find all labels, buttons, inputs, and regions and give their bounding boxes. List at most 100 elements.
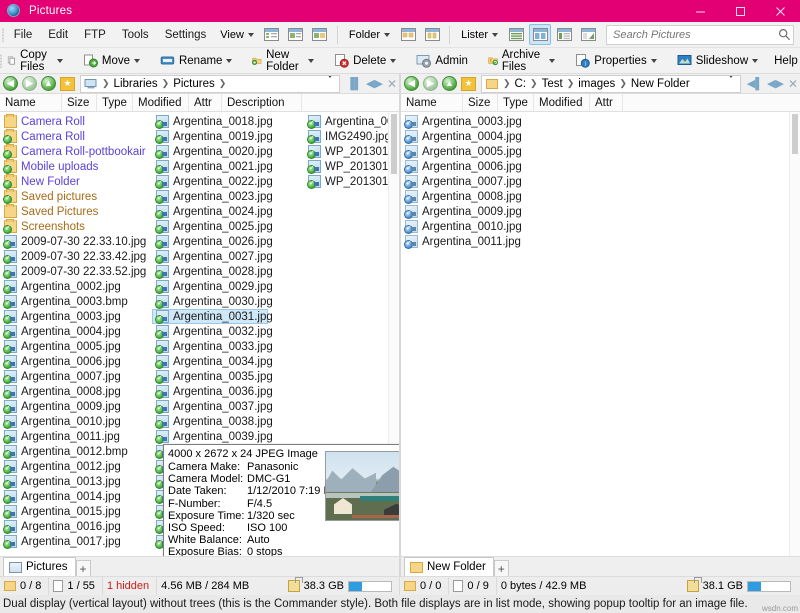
list-item[interactable]: Camera Roll-pottbookair bbox=[0, 144, 152, 159]
column-header-type[interactable]: Type bbox=[498, 94, 534, 111]
left-add-tab-button[interactable]: + bbox=[75, 560, 91, 576]
list-item[interactable]: WP_20130109_003.jpg bbox=[304, 174, 399, 189]
list-item[interactable]: 2009-07-30 22.33.10.jpg bbox=[0, 234, 152, 249]
new-folder-button[interactable]: New Folder bbox=[247, 48, 319, 74]
list-item[interactable]: Argentina_0031.jpg bbox=[152, 309, 273, 324]
list-item[interactable]: Argentina_0003.jpg bbox=[401, 114, 553, 129]
column-header-size[interactable]: Size bbox=[463, 94, 498, 111]
breadcrumb-images[interactable]: images bbox=[575, 78, 618, 90]
list-item[interactable]: Argentina_0020.jpg bbox=[152, 144, 304, 159]
left-tab-pictures[interactable]: Pictures bbox=[3, 557, 76, 576]
column-header-size[interactable]: Size bbox=[62, 94, 97, 111]
menu-ftp[interactable]: FTP bbox=[76, 22, 114, 48]
left-breadcrumb[interactable]: ❯ Libraries ❯ Pictures ❯ bbox=[80, 74, 341, 93]
list-item[interactable]: Argentina_0034.jpg bbox=[152, 354, 304, 369]
list-item[interactable]: Argentina_0009.jpg bbox=[0, 399, 152, 414]
list-item[interactable]: Argentina_0006.jpg bbox=[0, 354, 152, 369]
list-item[interactable]: Argentina_0027.jpg bbox=[152, 249, 304, 264]
list-preview-icon[interactable] bbox=[577, 24, 599, 45]
list-item[interactable]: Argentina_0007.jpg bbox=[0, 369, 152, 384]
list-item[interactable]: Saved Pictures bbox=[0, 204, 152, 219]
forward-icon[interactable]: ▶ bbox=[22, 76, 37, 91]
list-item[interactable]: Argentina_0003.jpg bbox=[0, 309, 152, 324]
list-item[interactable]: Argentina_0032.jpg bbox=[152, 324, 304, 339]
column-header-type[interactable]: Type bbox=[97, 94, 133, 111]
view-dropdown[interactable]: View bbox=[214, 24, 260, 46]
search-box[interactable] bbox=[606, 24, 794, 45]
list-item[interactable]: Argentina_0015.jpg bbox=[0, 504, 152, 519]
star-icon[interactable]: ★ bbox=[461, 76, 476, 91]
chevron-down-icon[interactable] bbox=[226, 58, 233, 63]
pane-detail-icon[interactable] bbox=[309, 24, 331, 45]
chevron-down-icon[interactable] bbox=[650, 58, 657, 63]
column-header-attr[interactable]: Attr bbox=[189, 94, 222, 111]
list-vsplit-icon[interactable] bbox=[529, 24, 551, 45]
list-item[interactable]: Argentina_0017.jpg bbox=[0, 534, 152, 549]
search-icon[interactable] bbox=[775, 28, 793, 41]
pane-split-icon[interactable] bbox=[285, 24, 307, 45]
list-item[interactable]: Argentina_0022.jpg bbox=[152, 174, 304, 189]
menu-edit[interactable]: Edit bbox=[40, 22, 76, 48]
list-item[interactable]: New Folder bbox=[0, 174, 152, 189]
list-item[interactable]: Camera Roll bbox=[0, 129, 152, 144]
list-item[interactable]: Argentina_0010.jpg bbox=[401, 219, 553, 234]
list-item[interactable]: WP_20130108_003.jpg bbox=[304, 144, 399, 159]
menu-settings[interactable]: Settings bbox=[157, 22, 215, 48]
list-item[interactable]: Argentina_0016.jpg bbox=[0, 519, 152, 534]
breadcrumb-new-folder[interactable]: New Folder bbox=[628, 78, 693, 90]
list-item[interactable]: Argentina_0011.jpg bbox=[0, 429, 152, 444]
search-input[interactable] bbox=[607, 28, 775, 41]
rename-button[interactable]: Rename bbox=[155, 48, 237, 74]
menu-tools[interactable]: Tools bbox=[114, 22, 157, 48]
list-item[interactable]: Argentina_0007.jpg bbox=[401, 174, 553, 189]
list-item[interactable]: Argentina_0037.jpg bbox=[152, 399, 304, 414]
chevron-down-icon[interactable] bbox=[390, 58, 397, 63]
split-path-icon[interactable]: ▐▌ bbox=[346, 78, 362, 90]
admin-button[interactable]: Admin bbox=[411, 48, 473, 74]
forward-icon[interactable]: ▶ bbox=[423, 76, 438, 91]
list-item[interactable]: Camera Roll bbox=[0, 114, 152, 129]
column-header-description[interactable]: Description bbox=[222, 94, 302, 111]
list-item[interactable]: Argentina_0009.jpg bbox=[401, 204, 553, 219]
list-item[interactable]: Argentina_0002.jpg bbox=[0, 279, 152, 294]
delete-button[interactable]: Delete bbox=[329, 48, 401, 74]
list-item[interactable]: Argentina_0036.jpg bbox=[152, 384, 304, 399]
list-item[interactable]: Argentina_0018.jpg bbox=[152, 114, 304, 129]
list-item[interactable]: Argentina_0004.jpg bbox=[401, 129, 553, 144]
right-breadcrumb[interactable]: ❯ C: ❯ Test ❯ images ❯ New Folder bbox=[481, 74, 741, 93]
chevron-down-icon[interactable] bbox=[752, 58, 759, 63]
list-item[interactable]: Argentina_0004.jpg bbox=[0, 324, 152, 339]
chevron-down-icon[interactable] bbox=[56, 58, 63, 63]
column-header-modified[interactable]: Modified bbox=[133, 94, 189, 111]
chevron-down-icon[interactable] bbox=[308, 58, 315, 63]
maximize-icon[interactable] bbox=[720, 0, 760, 22]
breadcrumb-libraries[interactable]: Libraries bbox=[111, 78, 161, 90]
list-item[interactable]: Argentina_0008.jpg bbox=[0, 384, 152, 399]
column-header-name[interactable]: Name bbox=[0, 94, 62, 111]
list-item[interactable]: Argentina_0028.jpg bbox=[152, 264, 304, 279]
right-add-tab-button[interactable]: + bbox=[493, 560, 509, 576]
list-item[interactable]: Argentina_0005.jpg bbox=[0, 339, 152, 354]
list-item[interactable]: Argentina_0013.jpg bbox=[0, 474, 152, 489]
back-icon[interactable]: ◀ bbox=[3, 76, 18, 91]
menu-file[interactable]: File bbox=[6, 22, 41, 48]
list-item[interactable]: Argentina_0011.jpg bbox=[401, 234, 553, 249]
breadcrumb-dropdown-icon[interactable] bbox=[321, 75, 339, 90]
list-item[interactable]: Argentina_0021.jpg bbox=[152, 159, 304, 174]
column-header-attr[interactable]: Attr bbox=[590, 94, 623, 111]
breadcrumb-test[interactable]: Test bbox=[539, 78, 566, 90]
list-item[interactable]: Argentina_0033.jpg bbox=[152, 339, 304, 354]
list-item[interactable]: Argentina_0038.jpg bbox=[152, 414, 304, 429]
properties-button[interactable]: i Properties bbox=[570, 48, 661, 74]
list-item[interactable]: Argentina_0026.jpg bbox=[152, 234, 304, 249]
move-button[interactable]: Move bbox=[78, 48, 145, 74]
chevron-down-icon[interactable] bbox=[549, 58, 556, 63]
list-item[interactable]: Argentina_0005.jpg bbox=[401, 144, 553, 159]
lister-dropdown[interactable]: Lister bbox=[455, 24, 504, 46]
list-item[interactable]: Argentina_0025.jpg bbox=[152, 219, 304, 234]
column-header-modified[interactable]: Modified bbox=[534, 94, 590, 111]
breadcrumb-pictures[interactable]: Pictures bbox=[170, 78, 218, 90]
list-item[interactable]: Argentina_0008.jpg bbox=[401, 189, 553, 204]
list-item[interactable]: Argentina_0035.jpg bbox=[152, 369, 304, 384]
list-item[interactable]: Argentina_0023.jpg bbox=[152, 189, 304, 204]
